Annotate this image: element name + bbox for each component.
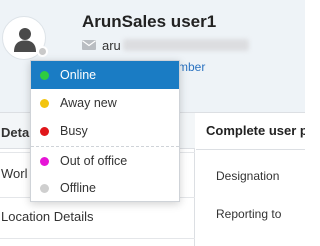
status-option-busy[interactable]: Busy [31, 117, 179, 145]
email-text: aru [102, 37, 121, 53]
email-redacted [122, 39, 249, 51]
section-title: Complete user p [206, 123, 305, 138]
status-indicator[interactable] [37, 46, 48, 57]
mail-icon [82, 40, 96, 50]
user-silhouette-icon [14, 28, 36, 52]
profile-page: ArunSales user1 aru mber Deta Worl Locat… [0, 0, 305, 246]
nav-item-location-details[interactable]: Location Details [0, 202, 195, 232]
offline-dot-icon [40, 183, 49, 193]
status-option-label: Offline [60, 181, 96, 195]
status-option-offline[interactable]: Offline [31, 174, 179, 202]
out-of-office-dot-icon [40, 156, 49, 166]
away-dot-icon [40, 98, 49, 108]
reporting-to-label: Reporting to [216, 207, 282, 221]
status-option-label: Online [60, 68, 97, 82]
email-row: aru [82, 37, 249, 53]
nav-divider [0, 238, 195, 239]
status-option-online[interactable]: Online [31, 61, 179, 89]
busy-dot-icon [40, 126, 49, 136]
section-divider [196, 149, 305, 150]
designation-label: Designation [216, 169, 280, 183]
status-dropdown: Online Away new Busy Out of office Offli… [30, 60, 180, 202]
status-option-out-of-office[interactable]: Out of office [31, 147, 179, 175]
online-dot-icon [40, 70, 49, 80]
status-option-label: Busy [60, 124, 88, 138]
status-option-label: Out of office [60, 154, 128, 168]
status-option-away[interactable]: Away new [31, 89, 179, 117]
member-link[interactable]: mber [178, 60, 205, 74]
left-nav-header-label: Deta [1, 125, 30, 140]
user-name: ArunSales user1 [82, 12, 217, 31]
status-option-label: Away new [60, 96, 117, 110]
